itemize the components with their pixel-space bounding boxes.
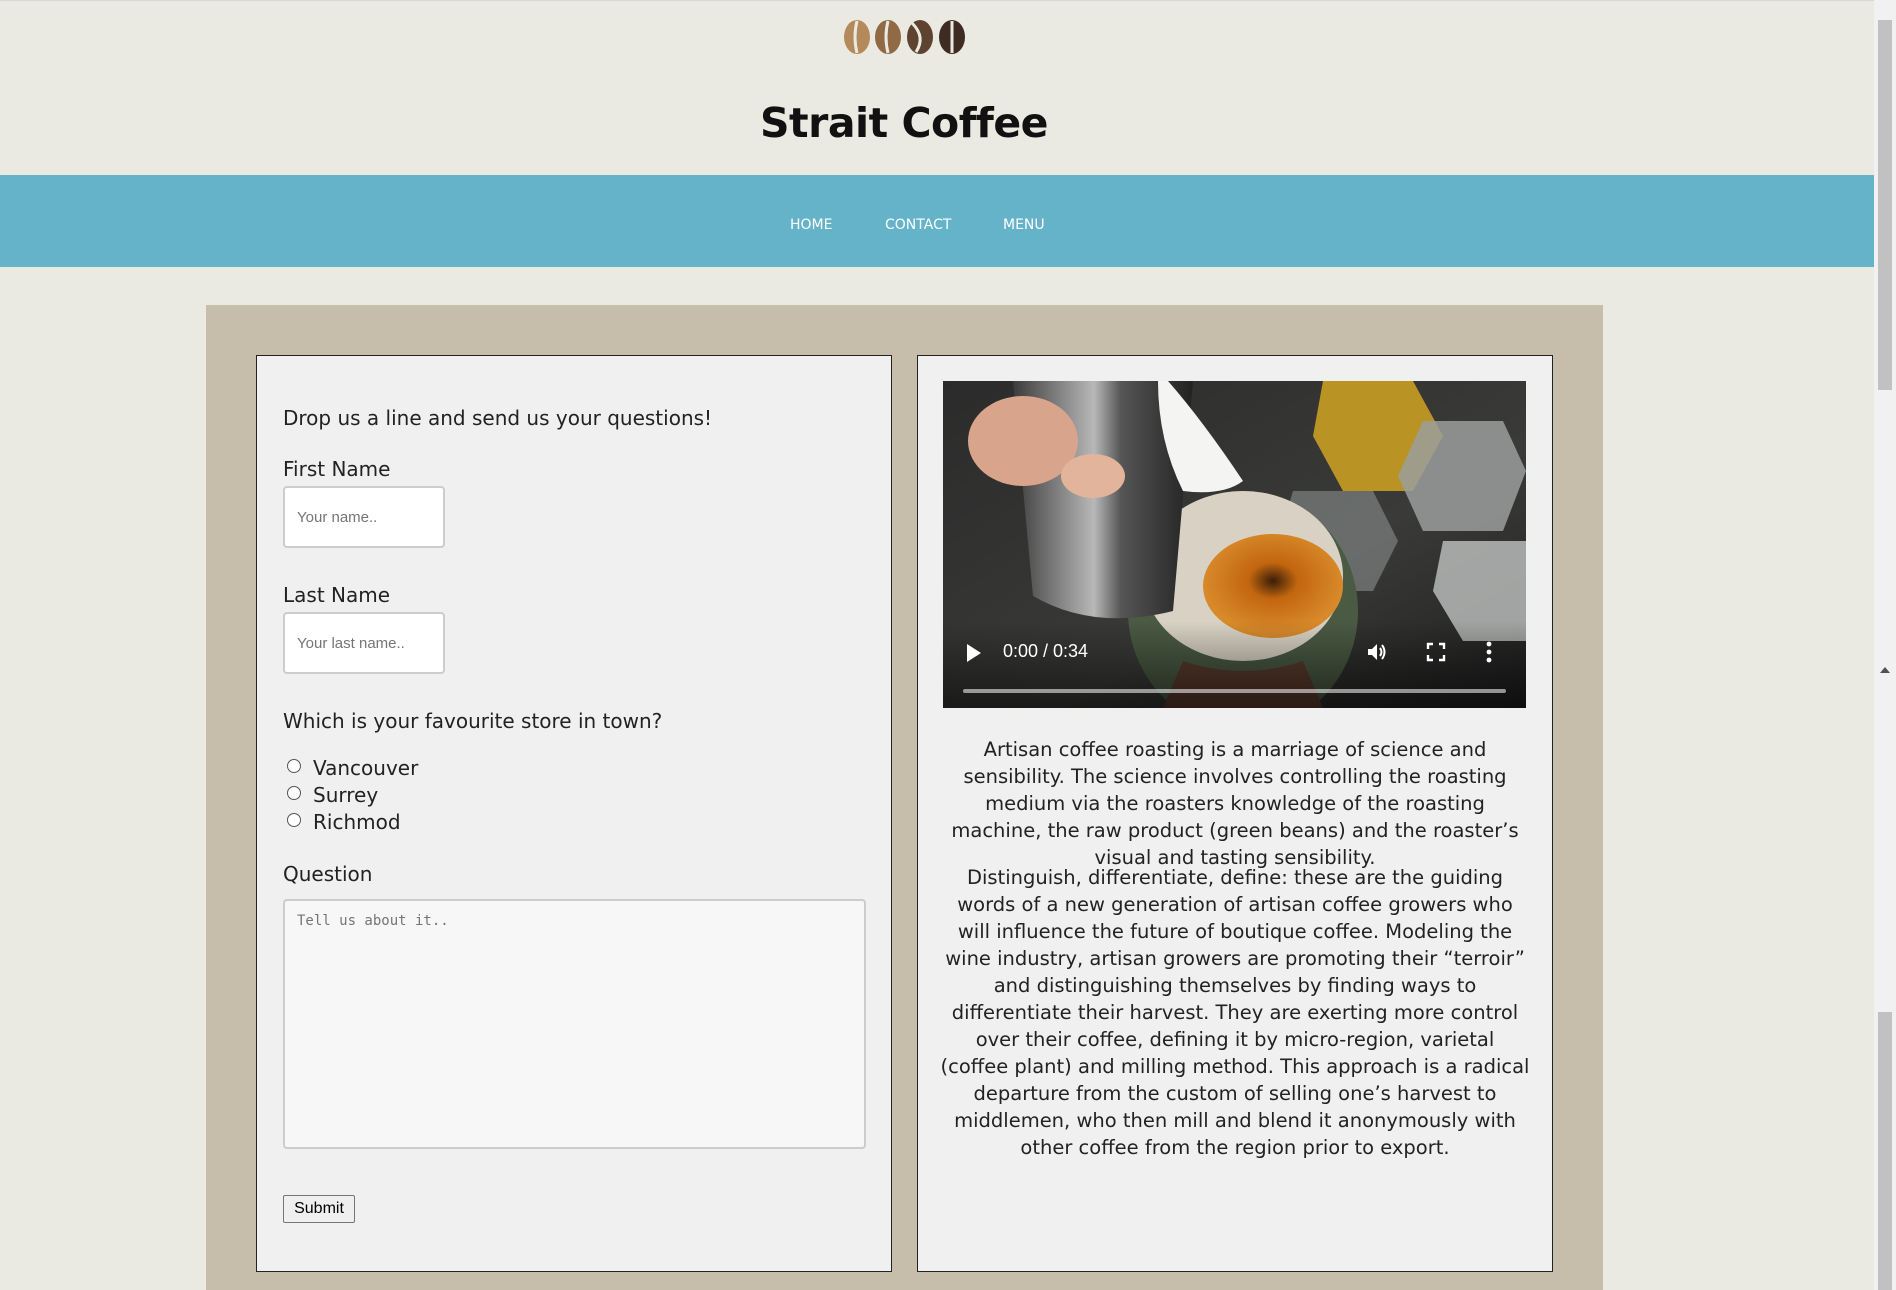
store-option-vancouver[interactable]: Vancouver — [287, 756, 418, 780]
fullscreen-icon[interactable] — [1425, 641, 1447, 663]
video-progress-bar[interactable] — [963, 689, 1506, 693]
nav-contact-link[interactable]: CONTACT — [885, 217, 951, 233]
nav-home-link[interactable]: HOME — [790, 217, 832, 233]
play-icon[interactable] — [967, 644, 981, 662]
video-time: 0:00 / 0:34 — [1003, 641, 1089, 661]
submit-button[interactable]: Submit — [283, 1195, 355, 1223]
nav-menu-link[interactable]: MENU — [1003, 217, 1045, 233]
last-name-input[interactable] — [283, 612, 445, 674]
store-option-surrey[interactable]: Surrey — [287, 783, 378, 807]
scrollbar-thumb-lower[interactable] — [1878, 1012, 1892, 1290]
article-paragraph-2: Distinguish, differentiate, define: thes… — [940, 866, 1530, 1159]
more-options-icon[interactable] — [1484, 640, 1494, 664]
site-header: Strait Coffee — [0, 0, 1874, 174]
radio-button[interactable] — [287, 813, 301, 827]
radio-button[interactable] — [287, 759, 301, 773]
article-paragraph-1: Artisan coffee roasting is a marriage of… — [951, 738, 1519, 869]
store-option-label: Vancouver — [313, 756, 419, 780]
info-panel: 0:00 / 0:34 Artisan coffee roasting is a… — [917, 355, 1553, 1272]
first-name-input[interactable] — [283, 486, 445, 548]
contact-form-panel: Drop us a line and send us your question… — [256, 355, 892, 1272]
scroll-up-arrow-icon[interactable] — [1880, 667, 1890, 673]
store-option-label: Surrey — [313, 783, 379, 807]
scrollbar-thumb[interactable] — [1878, 20, 1892, 390]
store-option-richmod[interactable]: Richmod — [287, 810, 401, 834]
question-label: Question — [283, 862, 373, 886]
store-option-label: Richmod — [313, 810, 401, 834]
first-name-label: First Name — [283, 457, 391, 481]
last-name-label: Last Name — [283, 583, 391, 607]
question-textarea[interactable] — [283, 899, 866, 1149]
video-player[interactable]: 0:00 / 0:34 — [943, 381, 1526, 708]
site-title: Strait Coffee — [760, 99, 1049, 147]
coffee-beans-logo — [844, 20, 965, 54]
page-scrollbar[interactable] — [1874, 0, 1896, 1290]
form-intro: Drop us a line and send us your question… — [283, 406, 713, 430]
main-nav: HOME CONTACT MENU — [0, 175, 1874, 267]
radio-button[interactable] — [287, 786, 301, 800]
volume-icon[interactable] — [1365, 640, 1389, 664]
store-question-label: Which is your favourite store in town? — [283, 709, 663, 733]
video-controls: 0:00 / 0:34 — [943, 621, 1526, 708]
